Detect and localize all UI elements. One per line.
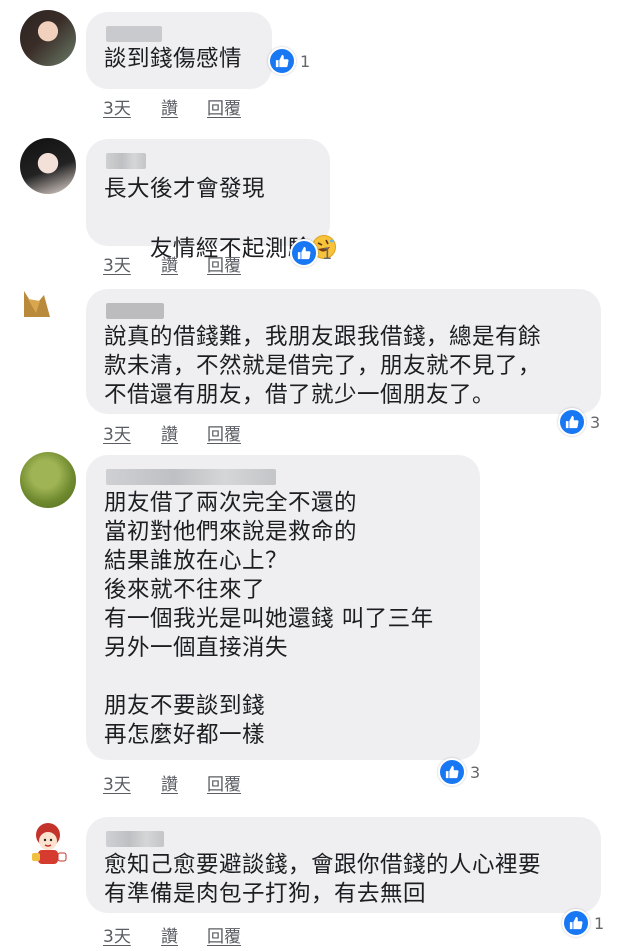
reaction-count[interactable]: 1: [268, 47, 311, 75]
reaction-count-text: 1: [322, 243, 333, 263]
comment-line: 後來就不往來了: [104, 577, 266, 603]
comment-bubble: 談到錢傷感情: [86, 12, 272, 89]
comment-line: 款未清，不然就是借完了，朋友就不見了，: [104, 353, 542, 379]
like-action-link[interactable]: 讚: [161, 94, 178, 119]
comment-line: 談到錢傷感情: [104, 46, 243, 72]
like-action-link[interactable]: 讚: [161, 251, 178, 276]
comment-line: 愈知己愈要避談錢，會跟你借錢的人心裡要: [104, 852, 542, 878]
author-name-redacted[interactable]: [106, 26, 162, 42]
comment-bubble: 說真的借錢難，我朋友跟我借錢，總是有餘 款未清，不然就是借完了，朋友就不見了， …: [86, 289, 601, 414]
comment-bubble: 長大後才會發現 友情經不起測驗: [86, 139, 336, 262]
reply-action-link[interactable]: 回覆: [207, 770, 241, 795]
reaction-count-text: 3: [470, 762, 481, 782]
comment-line: 朋友借了兩次完全不還的: [104, 490, 358, 516]
reaction-count[interactable]: 3: [438, 758, 481, 786]
reply-action-link[interactable]: 回覆: [207, 922, 241, 947]
like-thumbs-up-icon: [438, 758, 466, 786]
comment-line: 朋友不要談到錢: [104, 693, 266, 719]
like-thumbs-up-icon: [290, 239, 318, 267]
like-thumbs-up-icon: [562, 909, 590, 937]
avatar[interactable]: [20, 138, 76, 194]
comment-line: 說真的借錢難，我朋友跟我借錢，總是有餘: [104, 324, 542, 350]
timestamp-link[interactable]: 3天: [103, 770, 131, 795]
comment-bubble: 朋友借了兩次完全不還的 當初對他們來說是救命的 結果誰放在心上？ 後來就不往來了…: [86, 455, 480, 760]
like-action-link[interactable]: 讚: [161, 922, 178, 947]
reaction-count[interactable]: 1: [562, 909, 605, 937]
comment-line: 另外一個直接消失: [104, 635, 289, 661]
avatar-image: [32, 823, 67, 864]
comment-line: 有準備是肉包子打狗，有去無回: [104, 881, 427, 907]
author-name-redacted[interactable]: [106, 469, 276, 485]
timestamp-link[interactable]: 3天: [103, 94, 131, 119]
reaction-count-text: 3: [590, 412, 601, 432]
timestamp-link[interactable]: 3天: [103, 922, 131, 947]
author-name-redacted[interactable]: [106, 303, 164, 319]
avatar[interactable]: [20, 287, 54, 321]
avatar[interactable]: [20, 815, 76, 871]
reaction-count[interactable]: 3: [558, 408, 601, 436]
avatar[interactable]: [20, 452, 76, 508]
comment-line: 再怎麼好都一樣: [104, 722, 266, 748]
comment-bubble: 愈知己愈要避談錢，會跟你借錢的人心裡要 有準備是肉包子打狗，有去無回: [86, 817, 601, 913]
like-thumbs-up-icon: [558, 408, 586, 436]
reaction-count[interactable]: 1: [290, 239, 333, 267]
timestamp-link[interactable]: 3天: [103, 251, 131, 276]
author-name-redacted[interactable]: [106, 831, 164, 847]
reaction-count-text: 1: [594, 913, 605, 933]
comment-line: 有一個我光是叫她還錢 叫了三年: [104, 606, 434, 632]
comment-line: 結果誰放在心上？: [104, 548, 289, 574]
comment-line: 當初對他們來說是救命的: [104, 519, 358, 545]
avatar-image: [24, 291, 50, 317]
comment-line: 長大後才會發現: [104, 176, 266, 202]
reaction-count-text: 1: [300, 51, 311, 71]
reply-action-link[interactable]: 回覆: [207, 420, 241, 445]
like-thumbs-up-icon: [268, 47, 296, 75]
avatar[interactable]: [20, 10, 76, 66]
reply-action-link[interactable]: 回覆: [207, 94, 241, 119]
comment-line: 不借還有朋友，借了就少一個朋友了。: [104, 382, 496, 408]
timestamp-link[interactable]: 3天: [103, 420, 131, 445]
reply-action-link[interactable]: 回覆: [207, 251, 241, 276]
like-action-link[interactable]: 讚: [161, 770, 178, 795]
author-name-redacted[interactable]: [106, 153, 146, 169]
like-action-link[interactable]: 讚: [161, 420, 178, 445]
